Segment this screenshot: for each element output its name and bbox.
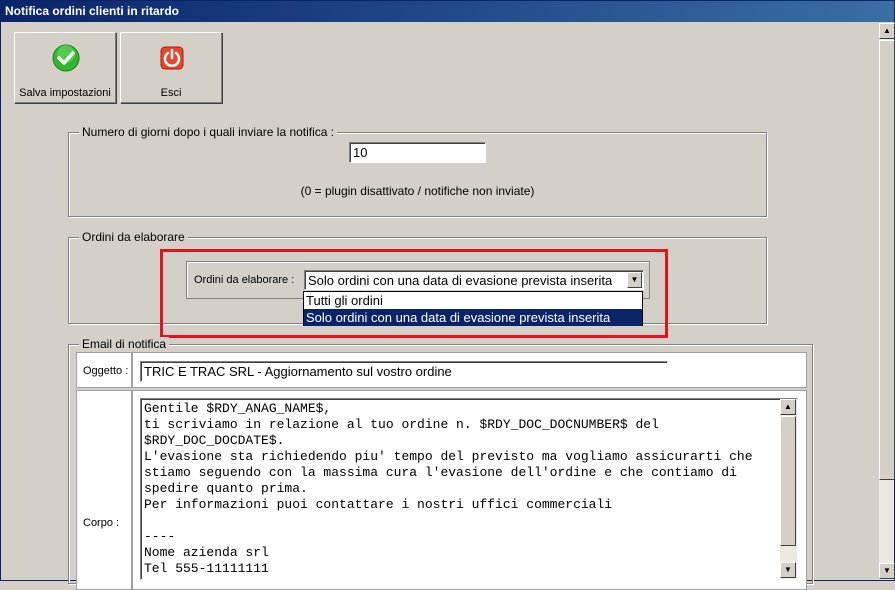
exit-button[interactable]: Esci bbox=[120, 32, 222, 103]
days-hint: (0 = plugin disattivato / notifiche non … bbox=[300, 184, 535, 198]
checkmark-icon bbox=[52, 44, 80, 72]
scroll-thumb[interactable] bbox=[780, 416, 796, 546]
subject-input[interactable]: TRIC E TRAC SRL - Aggiornamento sul vost… bbox=[140, 361, 668, 382]
scroll-up-icon[interactable]: ▲ bbox=[780, 399, 796, 415]
window-scroll-thumb[interactable] bbox=[879, 40, 895, 480]
days-group-title: Numero di giorni dopo i quali inviare la… bbox=[79, 125, 338, 139]
subject-label: Oggetto : bbox=[83, 365, 129, 377]
body-label: Corpo : bbox=[83, 517, 120, 529]
body-cell: Gentile $RDY_ANAG_NAME$, ti scriviamo in… bbox=[132, 390, 807, 590]
highlight-box bbox=[160, 249, 668, 338]
power-icon bbox=[160, 46, 184, 70]
subject-cell: TRIC E TRAC SRL - Aggiornamento sul vost… bbox=[132, 352, 807, 388]
exit-label: Esci bbox=[160, 87, 182, 99]
body-textarea-frame[interactable]: Gentile $RDY_ANAG_NAME$, ti scriviamo in… bbox=[140, 398, 798, 580]
window-scroll-up-icon[interactable]: ▲ bbox=[879, 23, 895, 39]
save-settings-label: Salva impostazioni bbox=[19, 87, 111, 99]
email-group: Email di notifica Oggetto : TRIC E TRAC … bbox=[68, 337, 813, 590]
body-scrollbar[interactable]: ▲ ▼ bbox=[780, 399, 797, 579]
days-input[interactable]: 10 bbox=[349, 142, 486, 163]
window-scrollbar[interactable]: ▲ ▼ bbox=[878, 23, 895, 580]
orders-group-title: Ordini da elaborare bbox=[79, 230, 188, 244]
window-scroll-down-icon[interactable]: ▼ bbox=[879, 563, 895, 579]
window-title: Notifica ordini clienti in ritardo bbox=[1, 1, 894, 22]
scroll-down-icon[interactable]: ▼ bbox=[780, 562, 796, 578]
email-group-title: Email di notifica bbox=[79, 337, 170, 351]
body-textarea[interactable]: Gentile $RDY_ANAG_NAME$, ti scriviamo in… bbox=[144, 401, 776, 577]
app-window: Notifica ordini clienti in ritardo Salva… bbox=[0, 0, 895, 590]
days-group: Numero di giorni dopo i quali inviare la… bbox=[68, 125, 767, 217]
toolbar: Salva impostazioni Esci bbox=[13, 30, 869, 104]
save-settings-button[interactable]: Salva impostazioni bbox=[14, 32, 116, 103]
subject-label-cell: Oggetto : bbox=[76, 352, 132, 388]
body-label-cell: Corpo : bbox=[76, 390, 132, 590]
